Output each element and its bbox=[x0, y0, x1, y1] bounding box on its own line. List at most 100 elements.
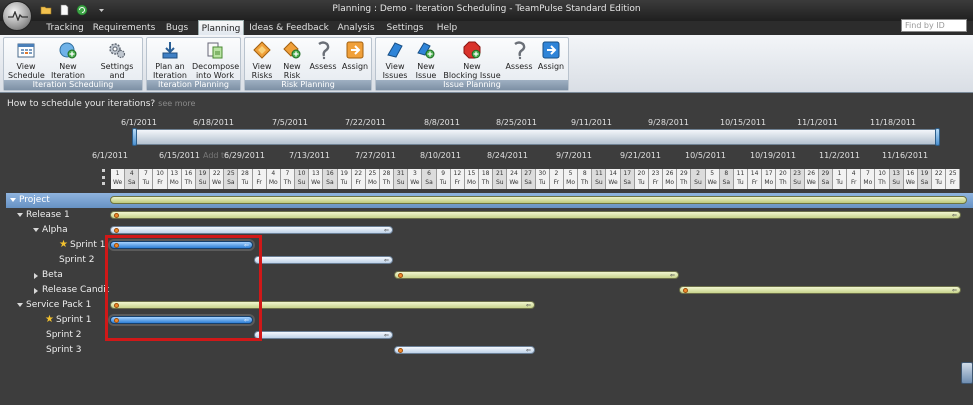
add-iteration-icon bbox=[59, 42, 77, 59]
day-weekday: We bbox=[806, 179, 816, 186]
slider-handle-left[interactable] bbox=[132, 128, 137, 146]
day-number: 18 bbox=[481, 170, 490, 177]
day-weekday: Sa bbox=[920, 179, 929, 186]
day-number: 28 bbox=[382, 170, 391, 177]
decompose-work-button[interactable]: Decompose into Work bbox=[192, 40, 240, 80]
collapse-arrow-icon[interactable] bbox=[33, 228, 39, 232]
day-number: 23 bbox=[793, 170, 801, 177]
find-by-id-input[interactable]: Find by ID bbox=[901, 19, 967, 32]
view-issues-button[interactable]: View Issues bbox=[380, 40, 410, 80]
day-weekday: Th bbox=[878, 179, 886, 186]
tab-settings[interactable]: Settings bbox=[382, 21, 428, 35]
collapse-arrow-icon[interactable] bbox=[17, 303, 23, 307]
highlight-frame bbox=[105, 235, 262, 341]
group-label-risk-planning: Risk Planning bbox=[245, 80, 371, 90]
day-weekday: Mo bbox=[367, 179, 377, 186]
calendar-icon bbox=[17, 43, 35, 58]
collapse-arrow-icon[interactable] bbox=[17, 213, 23, 217]
row-sp-sprint-3[interactable]: Sprint 3 ⇐ bbox=[6, 343, 973, 358]
assign-risk-button[interactable]: Assign bbox=[340, 40, 370, 71]
day-number: 10 bbox=[297, 170, 306, 177]
day-cell: 22 We bbox=[210, 169, 225, 189]
day-cell: 2 Su bbox=[691, 169, 706, 189]
tab-tracking[interactable]: Tracking bbox=[38, 21, 92, 35]
tab-analysis[interactable]: Analysis bbox=[332, 21, 380, 35]
day-cell: 20 Th bbox=[776, 169, 791, 189]
expand-arrow-icon[interactable] bbox=[34, 273, 38, 279]
assess-issue-button[interactable]: Assess bbox=[504, 40, 534, 71]
day-cell: 21 Su bbox=[493, 169, 508, 189]
day-weekday: Su bbox=[694, 179, 702, 186]
day-cell: 14 We bbox=[606, 169, 621, 189]
pulse-logo-icon bbox=[8, 11, 28, 21]
day-number: 13 bbox=[892, 170, 900, 177]
new-issue-button[interactable]: New Issue bbox=[412, 40, 440, 80]
day-weekday: Su bbox=[892, 179, 900, 186]
day-number: 1 bbox=[257, 170, 262, 177]
row-release-1[interactable]: Release 1 ⇐ bbox=[6, 208, 973, 223]
day-number: 24 bbox=[510, 170, 518, 177]
alpha-bar[interactable]: ⇐ bbox=[110, 226, 393, 234]
tab-help[interactable]: Help bbox=[430, 21, 464, 35]
day-weekday: Th bbox=[283, 179, 292, 186]
new-issue-line1: New bbox=[417, 62, 435, 71]
day-weekday: We bbox=[905, 179, 915, 186]
view-schedule-button[interactable]: View Schedule bbox=[8, 40, 45, 80]
sp-sprint-2-bar[interactable]: ⇐ bbox=[254, 331, 393, 339]
title-bar: Planning : Demo - Iteration Scheduling -… bbox=[0, 0, 973, 31]
day-cell: 20 Tu bbox=[634, 169, 649, 189]
view-risks-button[interactable]: View Risks bbox=[248, 40, 276, 80]
group-label-iteration-scheduling: Iteration Scheduling bbox=[4, 80, 142, 90]
strip-grip-icon[interactable] bbox=[102, 169, 106, 185]
new-blocking-issue-button[interactable]: New Blocking Issue bbox=[442, 40, 502, 80]
scroll-corner-button[interactable] bbox=[961, 362, 973, 384]
assign-risk-label: Assign bbox=[341, 62, 369, 71]
tab-ideas-feedback[interactable]: Ideas & Feedback bbox=[248, 21, 330, 35]
day-number: 1 bbox=[115, 170, 120, 177]
day-cell: 16 Sa bbox=[323, 169, 338, 189]
see-more-link[interactable]: see more bbox=[158, 99, 195, 108]
tab-planning[interactable]: Planning bbox=[198, 20, 244, 36]
beta-bar[interactable]: ⇐ bbox=[394, 271, 679, 279]
day-number: 13 bbox=[170, 170, 179, 177]
release-candidate-bar[interactable]: ⇐ bbox=[679, 286, 961, 294]
day-number: 4 bbox=[851, 170, 856, 177]
assess-risk-button[interactable]: Assess bbox=[308, 40, 338, 71]
day-cell: 17 Mo bbox=[762, 169, 777, 189]
timeline-range-slider[interactable] bbox=[133, 129, 939, 145]
day-weekday: Tu bbox=[538, 179, 546, 186]
new-risk-button[interactable]: New Risk bbox=[278, 40, 306, 80]
group-issue-planning: View Issues New Issue New Blocking Issue… bbox=[375, 37, 569, 91]
timeline-date: 6/1/2011 bbox=[92, 151, 128, 160]
overview-date: 6/1/2011 bbox=[121, 118, 157, 127]
tab-bugs[interactable]: Bugs bbox=[158, 21, 196, 35]
project-bar[interactable] bbox=[110, 196, 967, 204]
assign-arrow-icon bbox=[346, 41, 364, 59]
timeline-date: 6/29/2011 bbox=[224, 151, 266, 160]
day-number: 2 bbox=[554, 170, 559, 177]
plan-iteration-button[interactable]: Plan an Iteration bbox=[150, 40, 190, 80]
row-project[interactable]: Project bbox=[6, 193, 973, 208]
day-cell: 28 Tu bbox=[238, 169, 253, 189]
decompose-work-line1: Decompose bbox=[192, 62, 240, 71]
collapse-arrow-icon[interactable] bbox=[10, 198, 16, 202]
risk-diamond-icon bbox=[253, 41, 271, 59]
tab-requirements[interactable]: Requirements bbox=[92, 21, 156, 35]
expand-arrow-icon[interactable] bbox=[34, 288, 38, 294]
sp-sprint-3-bar[interactable]: ⇐ bbox=[394, 346, 535, 354]
timeline-date: 9/21/2011 bbox=[620, 151, 662, 160]
day-cell: 8 Th bbox=[578, 169, 593, 189]
app-menu-orb[interactable] bbox=[2, 1, 32, 31]
row-label: Project bbox=[19, 195, 50, 205]
day-weekday: Sa bbox=[722, 179, 731, 186]
new-iteration-button[interactable]: New Iteration bbox=[48, 40, 88, 80]
new-risk-line2: Risk bbox=[283, 71, 301, 80]
day-number: 21 bbox=[495, 170, 504, 177]
release-1-bar[interactable]: ⇐ bbox=[110, 211, 961, 219]
day-number: 25 bbox=[368, 170, 377, 177]
slider-handle-right[interactable] bbox=[935, 128, 940, 146]
sprint-2-bar[interactable]: ⇐ bbox=[254, 256, 393, 264]
ribbon: View Schedule New Iteration Settings and… bbox=[0, 35, 973, 93]
day-cell: 9 Tu bbox=[436, 169, 451, 189]
assign-issue-button[interactable]: Assign bbox=[536, 40, 566, 71]
